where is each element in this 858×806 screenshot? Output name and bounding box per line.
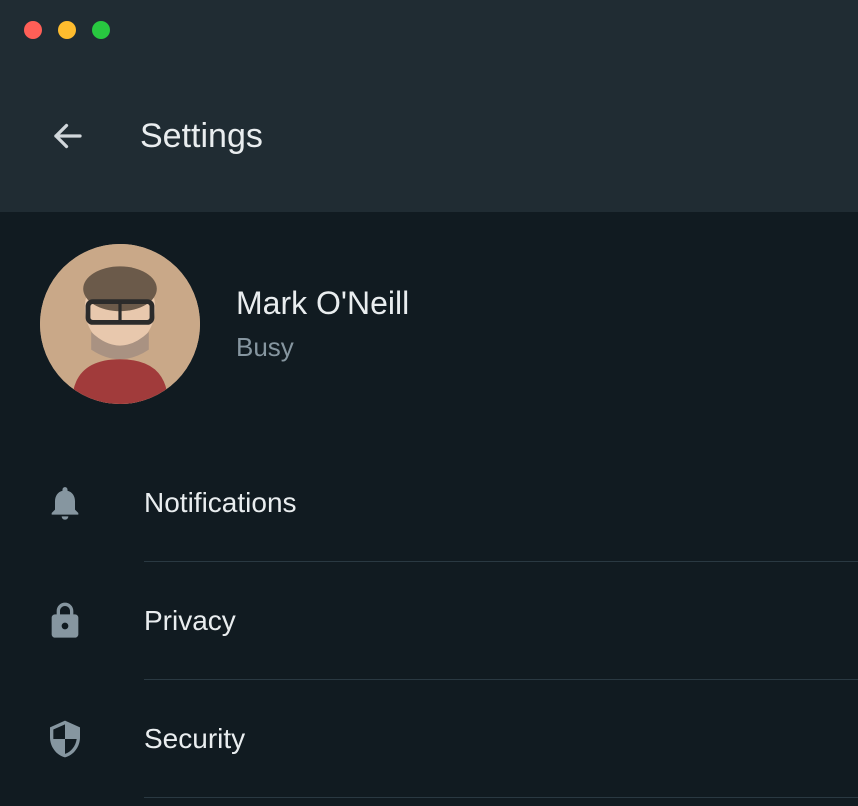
menu-item-privacy[interactable]: Privacy xyxy=(40,562,858,680)
menu-item-label: Privacy xyxy=(144,605,236,637)
menu-item-label: Notifications xyxy=(144,487,297,519)
profile-row[interactable]: Mark O'Neill Busy xyxy=(0,212,858,444)
menu-item-label: Security xyxy=(144,723,245,755)
menu-item-notifications[interactable]: Notifications xyxy=(40,444,858,562)
settings-content: Mark O'Neill Busy Notifications Privacy xyxy=(0,212,858,798)
arrow-left-icon xyxy=(50,118,86,154)
window-maximize-button[interactable] xyxy=(92,21,110,39)
page-title: Settings xyxy=(140,117,263,156)
menu-label-wrap: Privacy xyxy=(144,562,858,680)
lock-icon xyxy=(40,596,90,646)
settings-menu: Notifications Privacy Security xyxy=(0,444,858,798)
window-close-button[interactable] xyxy=(24,21,42,39)
menu-item-security[interactable]: Security xyxy=(40,680,858,798)
page-header: Settings xyxy=(0,60,858,212)
window-titlebar xyxy=(0,0,858,60)
profile-name: Mark O'Neill xyxy=(236,285,409,322)
avatar xyxy=(40,244,200,404)
menu-label-wrap: Notifications xyxy=(144,444,858,562)
back-button[interactable] xyxy=(48,116,88,156)
shield-icon xyxy=(40,714,90,764)
profile-status: Busy xyxy=(236,332,409,363)
window-minimize-button[interactable] xyxy=(58,21,76,39)
profile-text: Mark O'Neill Busy xyxy=(236,285,409,363)
menu-label-wrap: Security xyxy=(144,680,858,798)
bell-icon xyxy=(40,478,90,528)
